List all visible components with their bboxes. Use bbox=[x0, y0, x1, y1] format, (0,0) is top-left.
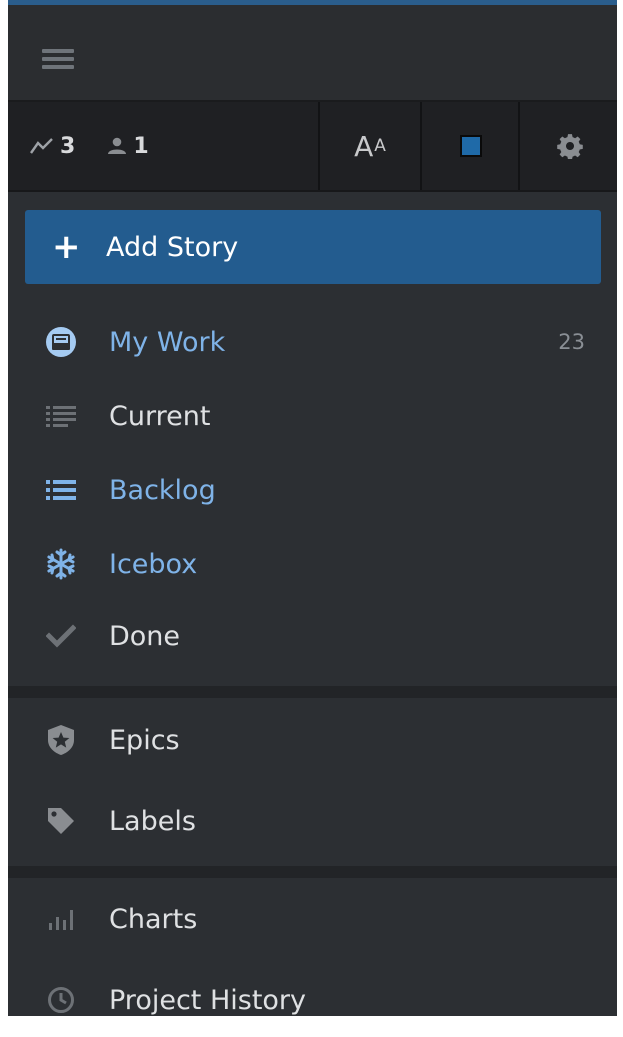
font-size-button[interactable]: AA bbox=[318, 102, 420, 190]
velocity-icon bbox=[30, 138, 53, 154]
tag-icon bbox=[44, 804, 78, 838]
nav-item-current[interactable]: Current bbox=[8, 382, 617, 450]
nav-label-icebox: Icebox bbox=[109, 548, 198, 580]
members-value: 1 bbox=[133, 133, 149, 159]
nav-label-my-work: My Work bbox=[109, 326, 226, 358]
velocity-stat[interactable]: 3 bbox=[30, 134, 75, 159]
backlog-list-icon bbox=[44, 473, 78, 507]
sidebar-panel: 3 1 AA + Add Story My Work 23 Current Ba… bbox=[8, 0, 617, 1016]
color-theme-button[interactable] bbox=[420, 102, 520, 190]
add-story-button[interactable]: + Add Story bbox=[25, 210, 601, 284]
nav-item-labels[interactable]: Labels bbox=[8, 787, 617, 855]
font-size-icon-small: A bbox=[374, 136, 386, 156]
epic-shield-icon bbox=[44, 723, 78, 757]
current-list-icon bbox=[44, 399, 78, 433]
nav-label-current: Current bbox=[109, 400, 211, 432]
section-divider bbox=[8, 866, 617, 878]
nav-item-my-work[interactable]: My Work 23 bbox=[8, 308, 617, 376]
nav-item-backlog[interactable]: Backlog bbox=[8, 456, 617, 524]
person-icon bbox=[108, 137, 127, 154]
nav-label-project-history: Project History bbox=[109, 984, 307, 1016]
nav-item-charts[interactable]: Charts bbox=[8, 885, 617, 953]
my-work-icon bbox=[44, 325, 78, 359]
nav-item-project-history[interactable]: Project History bbox=[8, 966, 617, 1016]
project-stats: 3 1 bbox=[8, 102, 318, 190]
nav-item-epics[interactable]: Epics bbox=[8, 706, 617, 774]
nav-label-epics: Epics bbox=[109, 724, 180, 756]
section-divider bbox=[8, 686, 617, 698]
plus-icon: + bbox=[52, 227, 81, 267]
members-stat[interactable]: 1 bbox=[107, 133, 149, 159]
clock-icon bbox=[44, 983, 78, 1016]
settings-button[interactable] bbox=[518, 102, 617, 190]
font-size-icon-large: A bbox=[354, 129, 374, 163]
nav-label-labels: Labels bbox=[109, 805, 196, 837]
bar-chart-icon bbox=[44, 902, 78, 936]
hamburger-menu-icon[interactable] bbox=[42, 49, 74, 69]
project-toolbar: 3 1 AA bbox=[8, 102, 617, 192]
sidebar-header bbox=[8, 5, 617, 102]
add-story-label: Add Story bbox=[106, 231, 239, 263]
nav-item-icebox[interactable]: Icebox bbox=[8, 530, 617, 598]
nav-label-charts: Charts bbox=[109, 903, 198, 935]
my-work-count-badge: 23 bbox=[558, 330, 585, 354]
checkmark-icon bbox=[44, 619, 78, 653]
gear-icon bbox=[556, 134, 583, 159]
velocity-value: 3 bbox=[60, 133, 76, 159]
nav-label-backlog: Backlog bbox=[109, 474, 216, 506]
nav-item-done[interactable]: Done bbox=[8, 602, 617, 670]
color-swatch bbox=[460, 135, 482, 157]
nav-label-done: Done bbox=[109, 620, 181, 652]
snowflake-icon bbox=[44, 547, 78, 581]
